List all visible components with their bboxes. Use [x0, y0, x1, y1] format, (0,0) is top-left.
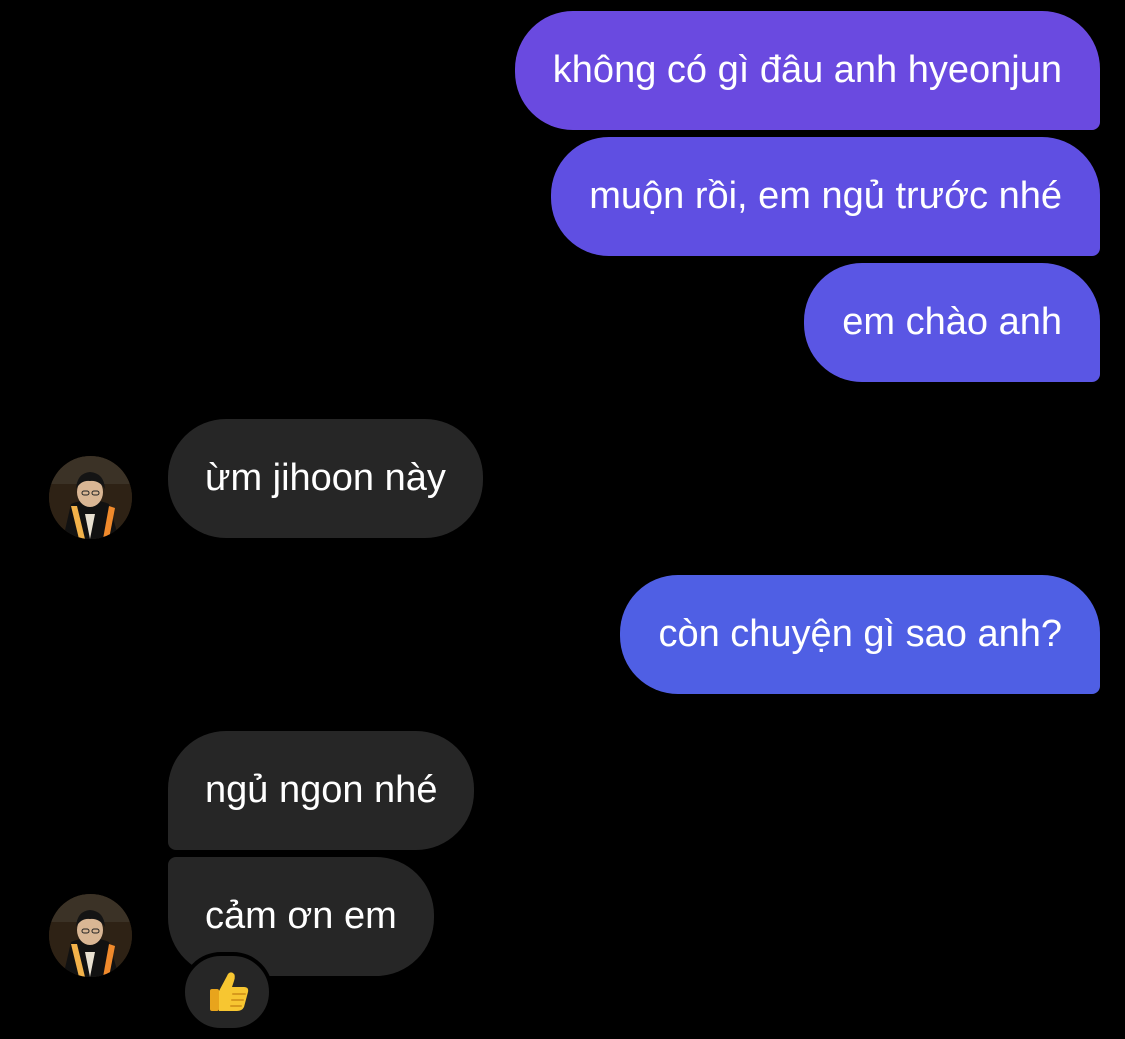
outgoing-message-bubble[interactable]: muộn rồi, em ngủ trước nhé — [551, 137, 1100, 256]
outgoing-message-bubble[interactable]: không có gì đâu anh hyeonjun — [514, 11, 1100, 130]
incoming-message-bubble[interactable]: ừm jihoon này — [168, 419, 483, 538]
avatar-photo-icon — [49, 456, 132, 539]
outgoing-message-bubble[interactable]: còn chuyện gì sao anh? — [620, 575, 1100, 694]
message-reaction[interactable] — [181, 952, 273, 1032]
incoming-message-bubble[interactable]: ngủ ngon nhé — [168, 731, 475, 850]
contact-avatar[interactable] — [49, 894, 132, 977]
chat-thread: không có gì đâu anh hyeonjun muộn rồi, e… — [0, 0, 1125, 1039]
outgoing-message-bubble[interactable]: em chào anh — [804, 263, 1100, 382]
contact-avatar[interactable] — [49, 456, 132, 539]
thumbs-up-icon — [210, 972, 249, 1011]
avatar-photo-icon — [49, 894, 132, 977]
